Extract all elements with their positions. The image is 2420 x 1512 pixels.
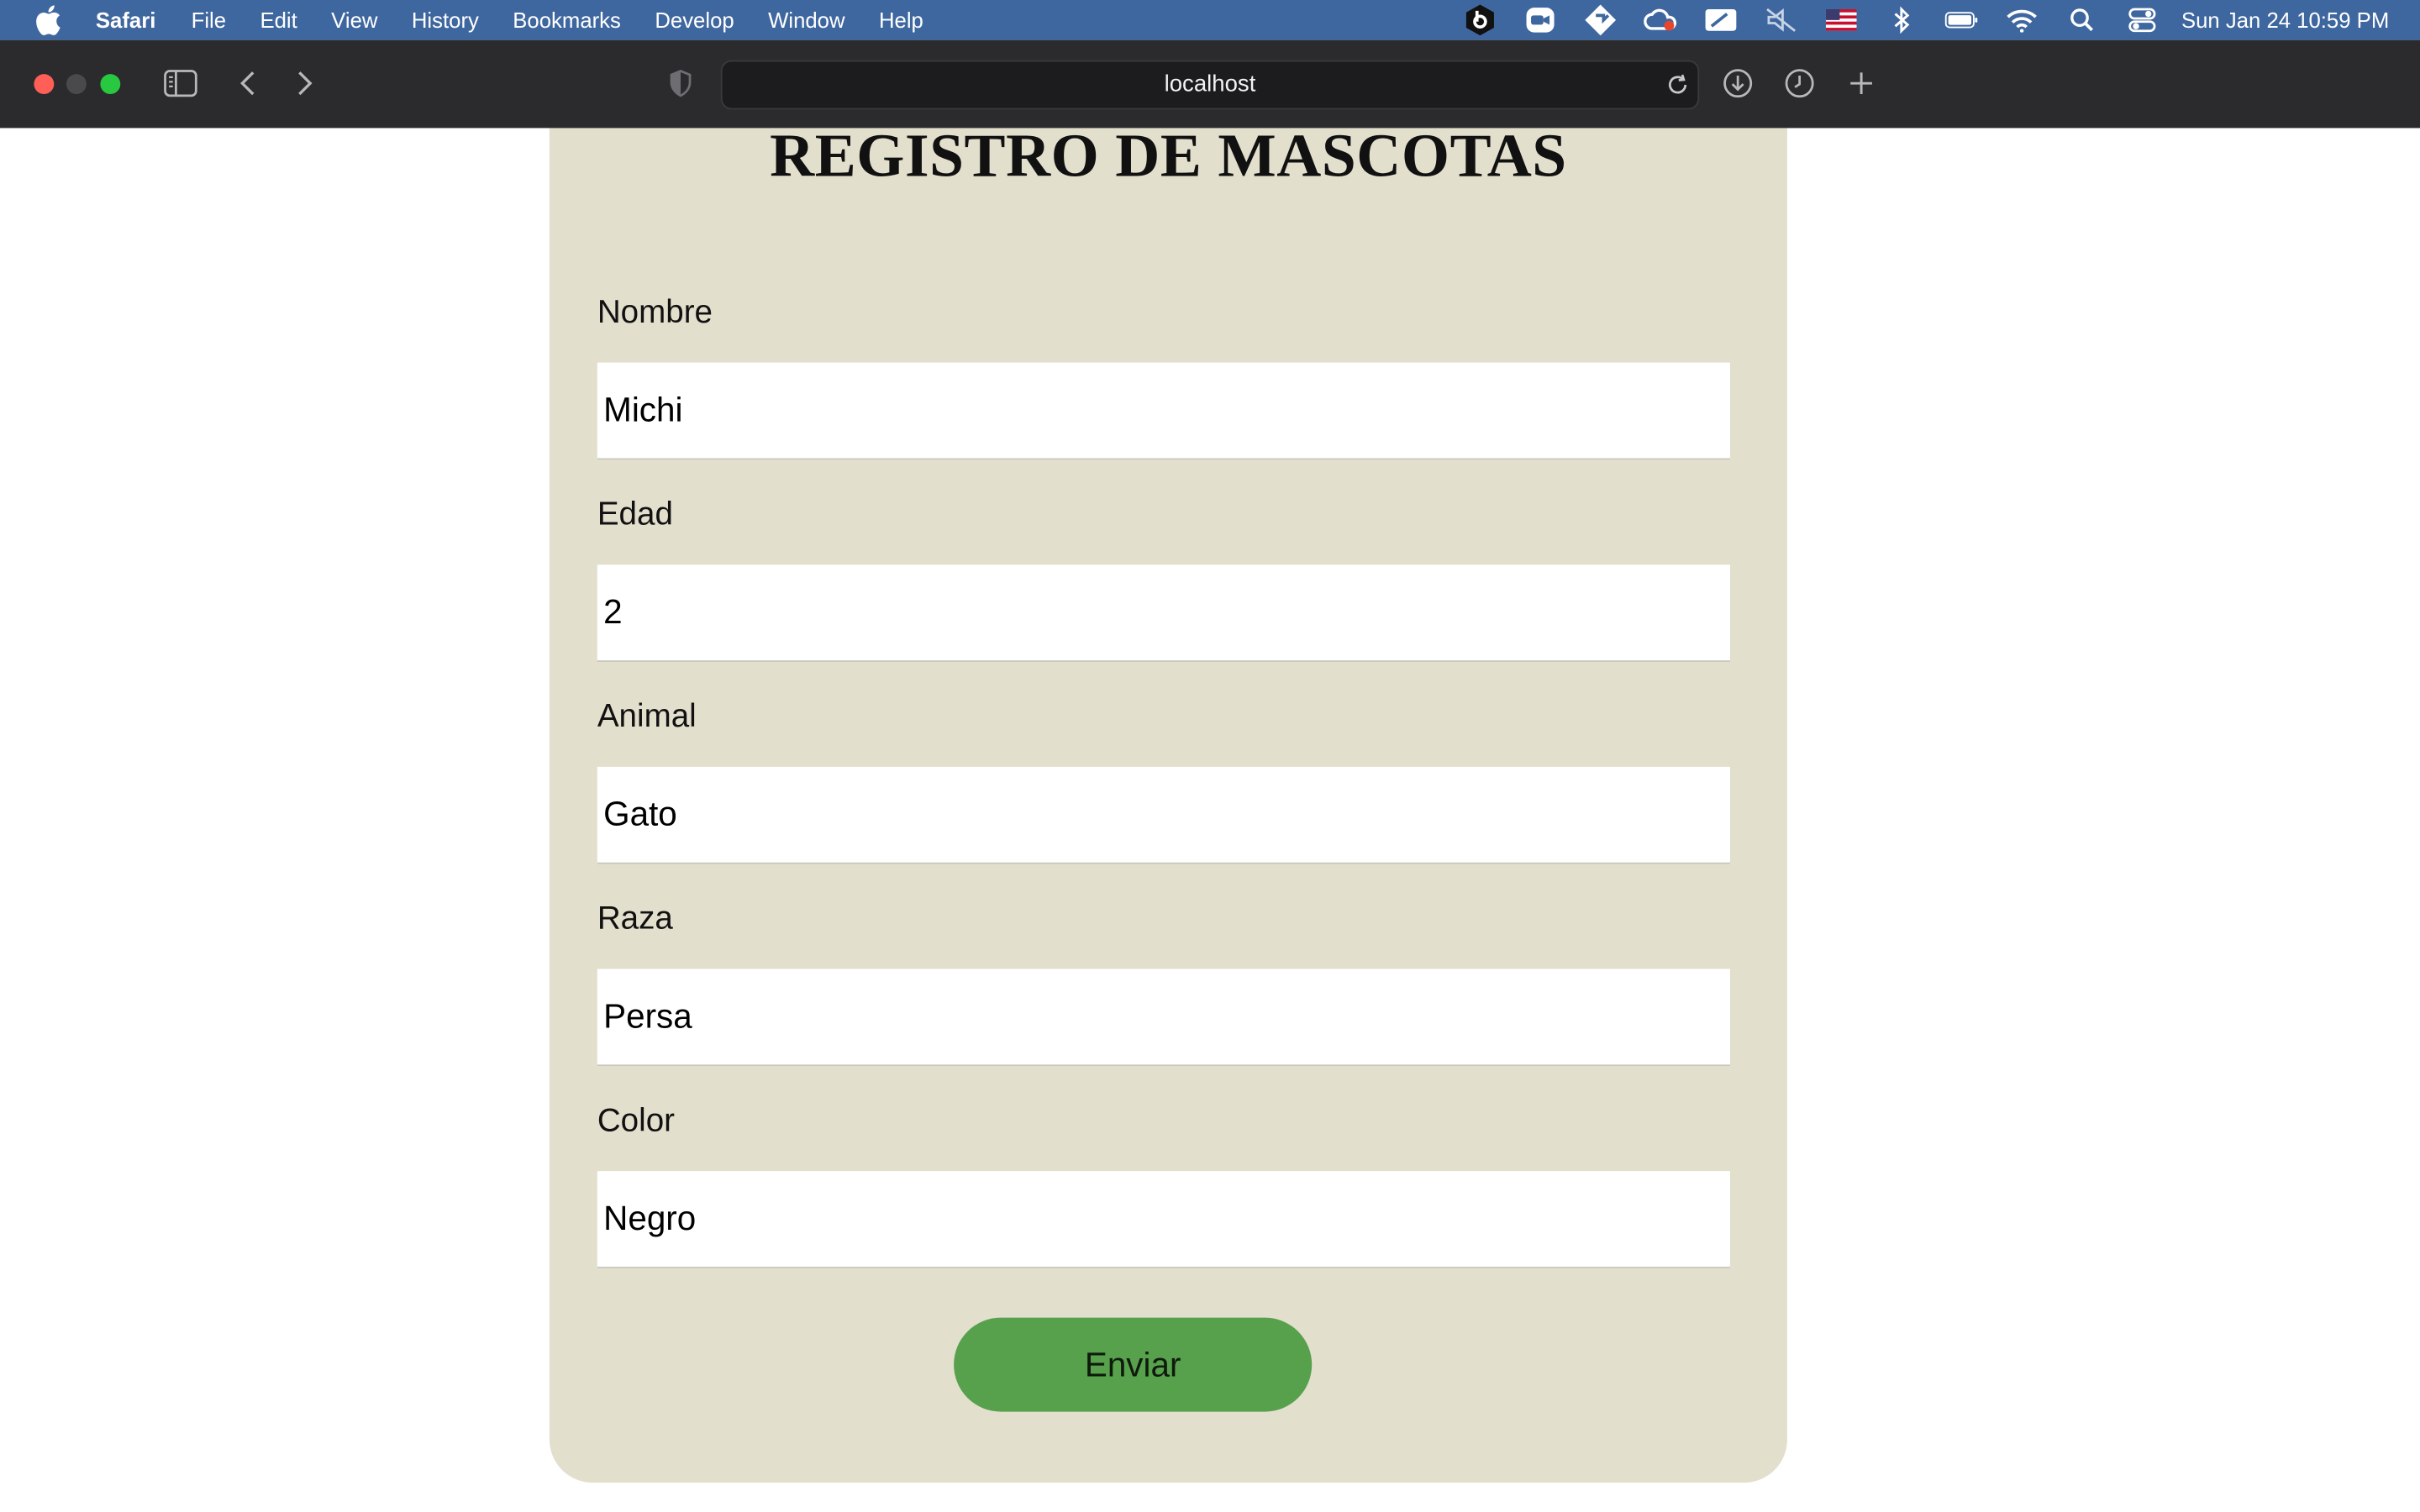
bitwarden-icon[interactable] bbox=[1464, 4, 1497, 36]
menu-develop[interactable]: Develop bbox=[655, 8, 734, 32]
mute-icon[interactable] bbox=[1765, 6, 1798, 34]
bluetooth-icon[interactable] bbox=[1885, 6, 1918, 34]
animal-input[interactable] bbox=[597, 766, 1730, 864]
window-minimize-button[interactable] bbox=[66, 74, 87, 95]
downloads-icon[interactable] bbox=[1721, 66, 1754, 100]
pet-registration-card: REGISTRO DE MASCOTAS Nombre Edad Animal … bbox=[549, 128, 1787, 1483]
diamond-app-icon[interactable] bbox=[1584, 4, 1618, 36]
battery-icon[interactable] bbox=[1945, 6, 1979, 34]
window-close-button[interactable] bbox=[34, 74, 55, 95]
app-menus: Safari File Edit View History Bookmarks … bbox=[96, 0, 957, 40]
status-area: Sun Jan 24 10:59 PM bbox=[1438, 0, 2389, 40]
new-tab-icon[interactable] bbox=[1844, 66, 1878, 100]
back-icon[interactable] bbox=[234, 68, 259, 99]
menu-help[interactable]: Help bbox=[879, 8, 923, 32]
color-label: Color bbox=[597, 1103, 675, 1139]
menu-safari[interactable]: Safari bbox=[96, 8, 155, 32]
animal-label: Animal bbox=[597, 699, 697, 735]
us-flag-icon[interactable] bbox=[1825, 6, 1859, 34]
window-zoom-button[interactable] bbox=[100, 74, 121, 95]
menu-view[interactable]: View bbox=[331, 8, 377, 32]
wifi-icon[interactable] bbox=[2006, 6, 2039, 34]
color-input[interactable] bbox=[597, 1171, 1730, 1268]
address-bar-url[interactable]: localhost bbox=[723, 61, 1698, 108]
zoom-icon[interactable] bbox=[1523, 6, 1557, 34]
privacy-shield-icon[interactable] bbox=[666, 68, 694, 99]
menu-window[interactable]: Window bbox=[768, 8, 844, 32]
menu-bar: Safari File Edit View History Bookmarks … bbox=[0, 0, 2420, 40]
menu-file[interactable]: File bbox=[192, 8, 226, 32]
submit-button[interactable]: Enviar bbox=[954, 1317, 1313, 1412]
control-center-icon[interactable] bbox=[2126, 6, 2160, 34]
apple-menu-icon[interactable] bbox=[34, 5, 61, 36]
address-bar[interactable]: localhost bbox=[720, 60, 1700, 110]
age-input[interactable] bbox=[597, 564, 1730, 662]
menu-history[interactable]: History bbox=[412, 8, 479, 32]
form-title: REGISTRO DE MASCOTAS bbox=[770, 128, 1567, 190]
name-input[interactable] bbox=[597, 362, 1730, 460]
name-label: Nombre bbox=[597, 294, 713, 331]
browser-toolbar: localhost bbox=[0, 39, 2420, 129]
menu-bar-clock[interactable]: Sun Jan 24 10:59 PM bbox=[2181, 8, 2389, 32]
airplay-icon[interactable] bbox=[1704, 6, 1738, 34]
breed-label: Raza bbox=[597, 900, 673, 937]
menu-edit[interactable]: Edit bbox=[260, 8, 297, 32]
menu-bookmarks[interactable]: Bookmarks bbox=[513, 8, 621, 32]
forward-icon[interactable] bbox=[293, 68, 318, 99]
sidebar-toggle-icon[interactable] bbox=[164, 68, 197, 99]
breed-input[interactable] bbox=[597, 969, 1730, 1067]
age-label: Edad bbox=[597, 496, 673, 533]
page-viewport: REGISTRO DE MASCOTAS Nombre Edad Animal … bbox=[0, 128, 2420, 1512]
history-clock-icon[interactable] bbox=[1782, 66, 1816, 100]
spotlight-icon[interactable] bbox=[2065, 6, 2099, 34]
creative-cloud-icon[interactable] bbox=[1644, 6, 1678, 34]
reload-icon[interactable] bbox=[1664, 71, 1691, 98]
